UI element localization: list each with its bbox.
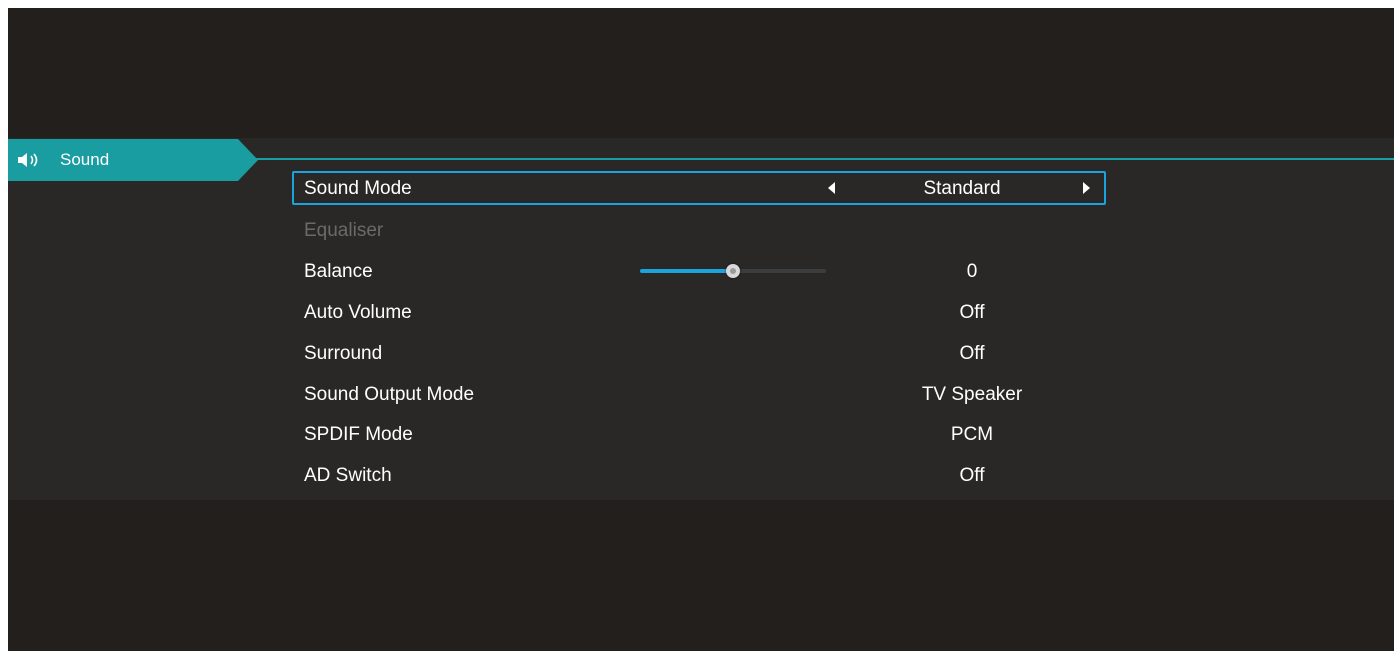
menu-item-spdif-mode[interactable]: SPDIF Mode PCM (292, 417, 1106, 451)
sound-output-mode-value: TV Speaker (921, 384, 1023, 405)
spdif-mode-value: PCM (950, 424, 994, 445)
header-tab-shape (8, 139, 258, 181)
menu-item-surround[interactable]: Surround Off (292, 336, 1106, 370)
menu-item-auto-volume[interactable]: Auto Volume Off (292, 295, 1106, 329)
page-title: Sound (60, 150, 110, 169)
balance-label: Balance (304, 261, 373, 282)
balance-slider[interactable] (640, 264, 826, 278)
auto-volume-label: Auto Volume (304, 302, 412, 323)
balance-value: 0 (966, 261, 978, 282)
auto-volume-value: Off (959, 302, 985, 323)
menu-item-ad-switch[interactable]: AD Switch Off (292, 458, 1106, 492)
ad-switch-label: AD Switch (304, 465, 392, 486)
arrow-left-icon[interactable] (828, 182, 835, 194)
sound-output-mode-label: Sound Output Mode (304, 384, 475, 405)
menu-item-equaliser: Equaliser (292, 213, 1106, 247)
sound-mode-label: Sound Mode (304, 178, 412, 199)
ad-switch-value: Off (959, 465, 985, 486)
balance-slider-fill (640, 269, 733, 273)
speaker-icon (18, 152, 44, 168)
sound-header-tab: Sound (8, 139, 260, 181)
menu-item-sound-output-mode[interactable]: Sound Output Mode TV Speaker (292, 377, 1106, 411)
arrow-right-icon[interactable] (1083, 182, 1090, 194)
menu-item-sound-mode[interactable]: Sound Mode Standard (292, 171, 1106, 205)
sound-mode-value: Standard (923, 178, 1001, 199)
surround-value: Off (959, 343, 985, 364)
header-divider (256, 158, 1394, 160)
menu-item-balance[interactable]: Balance 0 (292, 254, 1106, 288)
equaliser-label: Equaliser (304, 220, 384, 241)
spdif-mode-label: SPDIF Mode (304, 424, 413, 445)
tv-screen: Sound Sound Mode Standard Equaliser Bala… (8, 8, 1394, 651)
balance-slider-thumb[interactable] (726, 264, 740, 278)
surround-label: Surround (304, 343, 383, 364)
